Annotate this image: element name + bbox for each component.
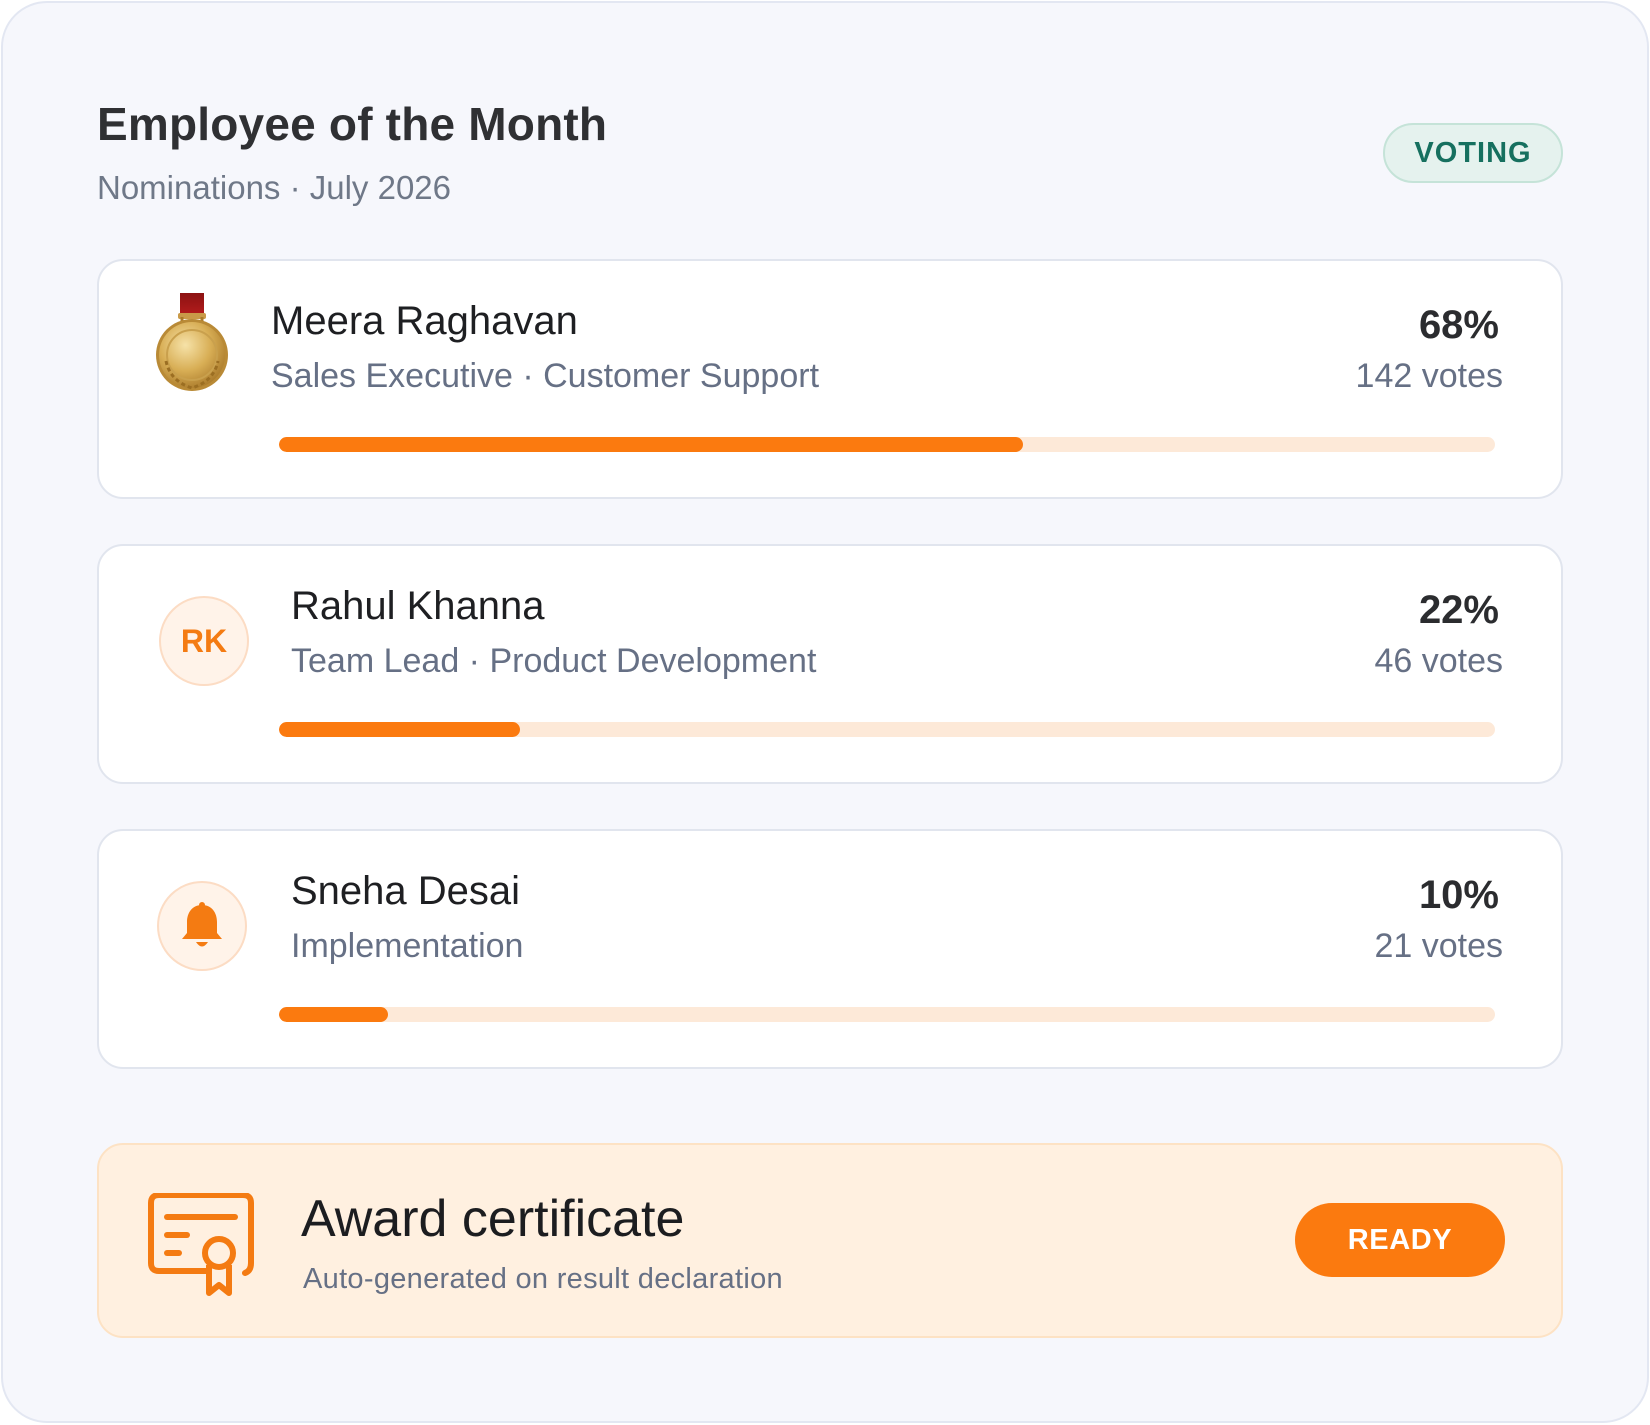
award-subtitle: Auto-generated on result declaration [303, 1263, 783, 1295]
nominee-card-1[interactable]: Meera Raghavan Sales Executive · Custome… [97, 259, 1563, 499]
vote-progress-bar [279, 1007, 1495, 1022]
vote-progress-fill [279, 437, 1024, 452]
vote-percent: 68% [1418, 303, 1499, 347]
certificate-icon [147, 1192, 257, 1302]
nominee-name: Rahul Khanna [291, 584, 545, 628]
status-badge: VOTING [1383, 123, 1563, 183]
vote-progress-fill [279, 722, 520, 737]
award-title: Award certificate [301, 1190, 685, 1248]
nominee-card-2[interactable]: RK Rahul Khanna Team Lead · Product Deve… [97, 544, 1563, 784]
page-title: Employee of the Month [97, 98, 608, 150]
vote-count: 142 votes [1355, 357, 1503, 395]
gold-medal-icon [147, 291, 237, 395]
nominee-name: Meera Raghavan [271, 299, 578, 343]
bell-icon [157, 881, 247, 971]
avatar-initials: RK [180, 622, 228, 659]
nominee-card-3[interactable]: Sneha Desai Implementation 10% 21 votes [97, 829, 1563, 1069]
vote-progress-bar [279, 437, 1495, 452]
vote-progress-fill [279, 1007, 389, 1022]
vote-progress-bar [279, 722, 1495, 737]
nominee-role: Implementation [291, 927, 524, 965]
nominee-name: Sneha Desai [291, 869, 521, 913]
nominee-avatar [157, 881, 247, 971]
ready-button[interactable]: READY [1295, 1203, 1505, 1277]
page-subtitle: Nominations · July 2026 [97, 169, 452, 206]
nominee-role: Team Lead · Product Development [291, 642, 817, 680]
nominee-role: Sales Executive · Customer Support [271, 357, 820, 395]
vote-percent: 10% [1418, 873, 1499, 917]
vote-count: 46 votes [1374, 642, 1503, 680]
award-certificate-panel: Award certificate Auto-generated on resu… [97, 1143, 1563, 1338]
employee-of-month-card: Employee of the Month Nominations · July… [1, 1, 1649, 1423]
vote-percent: 22% [1418, 588, 1499, 632]
vote-count: 21 votes [1374, 927, 1503, 965]
avatar: RK [159, 596, 249, 686]
